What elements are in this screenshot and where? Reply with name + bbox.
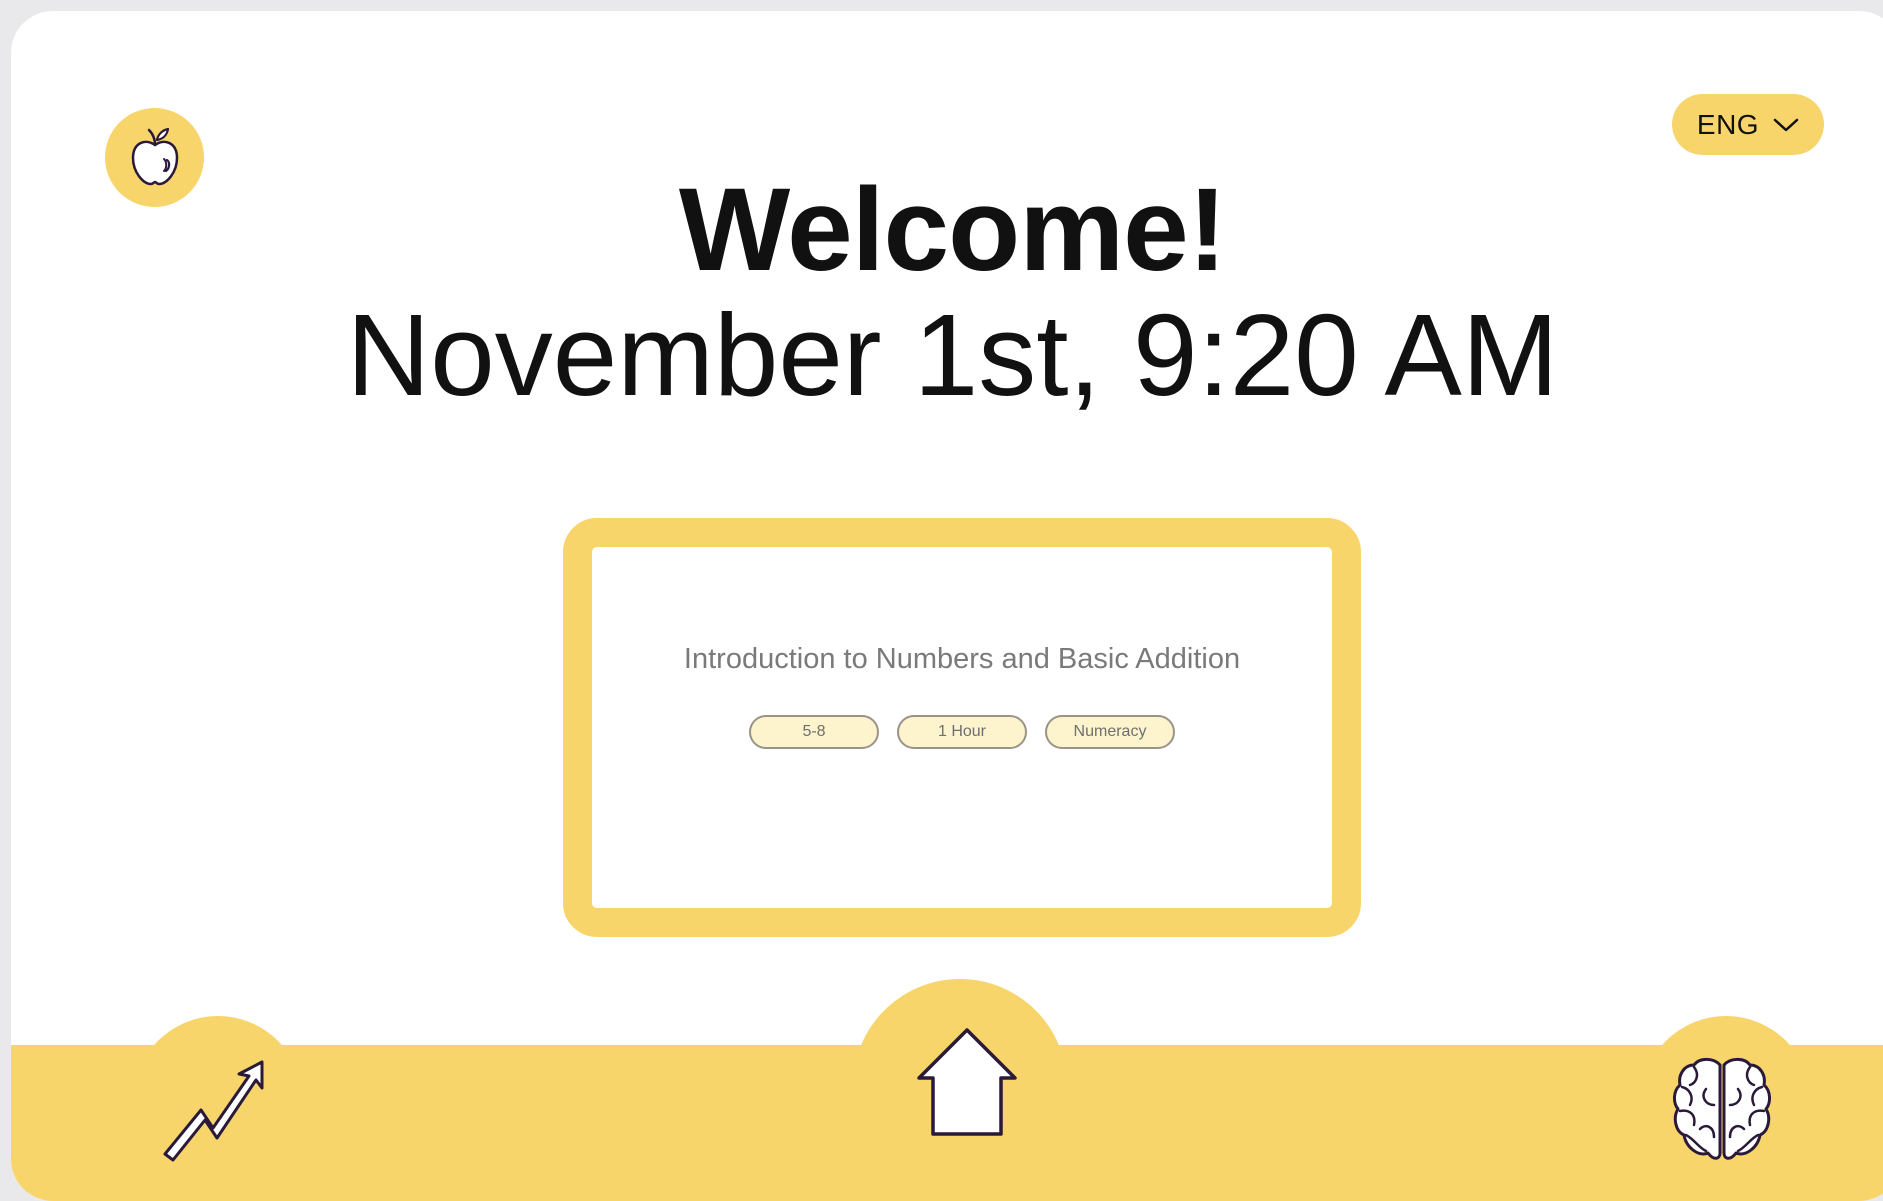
home-icon[interactable] (915, 1026, 1019, 1138)
current-datetime: November 1st, 9:20 AM (346, 290, 1559, 420)
brain-icon[interactable] (1670, 1053, 1774, 1165)
chevron-down-icon (1773, 118, 1799, 131)
tag-age-range: 5-8 (749, 715, 879, 749)
app-window: ENG Welcome! November 1st, 9:20 AM Intro… (11, 11, 1883, 1201)
lesson-title: Introduction to Numbers and Basic Additi… (683, 643, 1241, 675)
tag-duration: 1 Hour (897, 715, 1027, 749)
tag-subject: Numeracy (1045, 715, 1175, 749)
lesson-tags: 5-8 1 Hour Numeracy (592, 715, 1332, 749)
lesson-card[interactable]: Introduction to Numbers and Basic Additi… (563, 518, 1361, 937)
language-select-value: ENG (1696, 108, 1760, 140)
trending-up-arrow-icon[interactable] (161, 1056, 271, 1166)
welcome-heading: Welcome! (678, 164, 1227, 296)
language-select[interactable]: ENG (1672, 94, 1824, 155)
